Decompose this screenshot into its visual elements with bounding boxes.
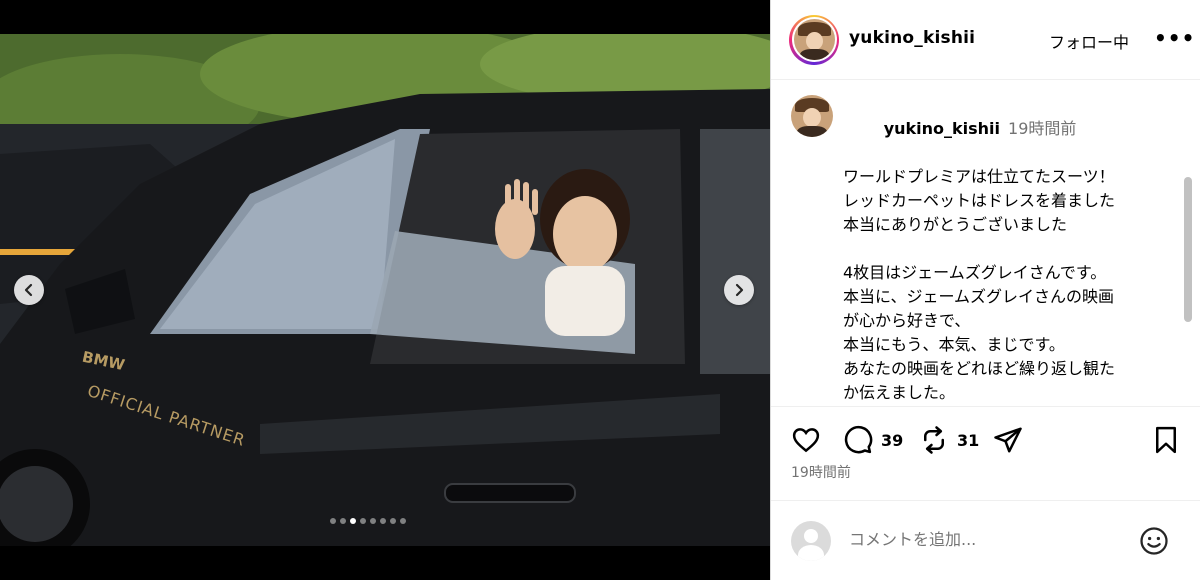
- caption-line: 本当にありがとうございました: [843, 215, 1068, 234]
- smiley-icon[interactable]: [1139, 526, 1169, 556]
- more-options-button[interactable]: •••: [1154, 26, 1195, 50]
- caption-line: 本当にもう、本気、まじです。: [843, 335, 1065, 354]
- paper-plane-icon: [994, 427, 1022, 453]
- comment-button[interactable]: 39: [843, 425, 903, 455]
- carousel-dot: [350, 518, 356, 524]
- comments-count: 39: [881, 430, 904, 450]
- comment-input[interactable]: [849, 530, 1129, 549]
- carousel-indicator: [330, 518, 406, 524]
- caption-line: レッドカーペットはドレスを着ました: [843, 191, 1116, 210]
- comment-bubble-icon: [844, 425, 873, 454]
- avatar[interactable]: [789, 14, 839, 65]
- heart-icon: [792, 428, 820, 453]
- caption-time: 19時間前: [1008, 119, 1077, 138]
- following-button[interactable]: フォロー中: [1049, 29, 1129, 53]
- profile-picture: [793, 19, 835, 60]
- caption-avatar[interactable]: [791, 95, 833, 137]
- comment-composer: [771, 500, 1200, 580]
- username-link[interactable]: yukino_kishii: [849, 28, 975, 48]
- carousel-dot: [380, 518, 386, 524]
- chevron-left-icon: [24, 283, 33, 297]
- carousel-dot: [360, 518, 366, 524]
- current-user-avatar: [791, 521, 831, 561]
- caption-line: 4枚目はジェームズグレイさんです。: [843, 263, 1107, 282]
- caption-line: 本当に、ジェームズグレイさんの映画: [843, 287, 1115, 306]
- caption-line: か伝えました。: [843, 383, 956, 402]
- carousel-dot: [340, 518, 346, 524]
- caption-line: ワールドプレミアは仕立てたスーツ！: [843, 167, 1115, 186]
- save-button[interactable]: [1151, 425, 1181, 455]
- post-sidebar: yukino_kishii フォロー中 ••• yukino_kishii 19時…: [770, 0, 1200, 580]
- carousel-dot: [330, 518, 336, 524]
- carousel-dot: [390, 518, 396, 524]
- like-button[interactable]: [791, 425, 821, 455]
- caption-area: yukino_kishii 19時間前 ワールドプレミアは仕立てたスーツ！ レッドカ…: [771, 81, 1200, 405]
- repost-icon: [924, 426, 944, 454]
- caption-body: ワールドプレミアは仕立てたスーツ！ レッドカーペットはドレスを着ました 本当にありが…: [843, 165, 1173, 405]
- caption-text: yukino_kishii 19時間前 ワールドプレミアは仕立てたスーツ！ レッドカ…: [843, 93, 1173, 405]
- car-photo-illustration: [0, 34, 770, 546]
- chevron-right-icon: [735, 283, 744, 297]
- carousel-next-button[interactable]: [724, 275, 754, 305]
- carousel-dot: [400, 518, 406, 524]
- carousel-dot: [370, 518, 376, 524]
- caption-username[interactable]: yukino_kishii: [884, 119, 1000, 138]
- reposts-count: 31: [957, 430, 980, 450]
- post-header: yukino_kishii フォロー中 •••: [771, 0, 1200, 80]
- caption-line: が心から好きで、: [843, 311, 971, 330]
- share-button[interactable]: [993, 425, 1023, 455]
- caption-scrollbar[interactable]: [1184, 177, 1192, 322]
- carousel-prev-button[interactable]: [14, 275, 44, 305]
- media-viewer: BMW OFFICIAL PARTNER: [0, 0, 770, 580]
- post-photo: BMW OFFICIAL PARTNER: [0, 34, 770, 546]
- bookmark-icon: [1156, 426, 1176, 454]
- caption-line: あなたの映画をどれほど繰り返し観た: [843, 359, 1116, 378]
- repost-button[interactable]: 31: [919, 425, 979, 455]
- caption-line: [843, 237, 1173, 261]
- post-timestamp[interactable]: 19時間前: [791, 462, 851, 482]
